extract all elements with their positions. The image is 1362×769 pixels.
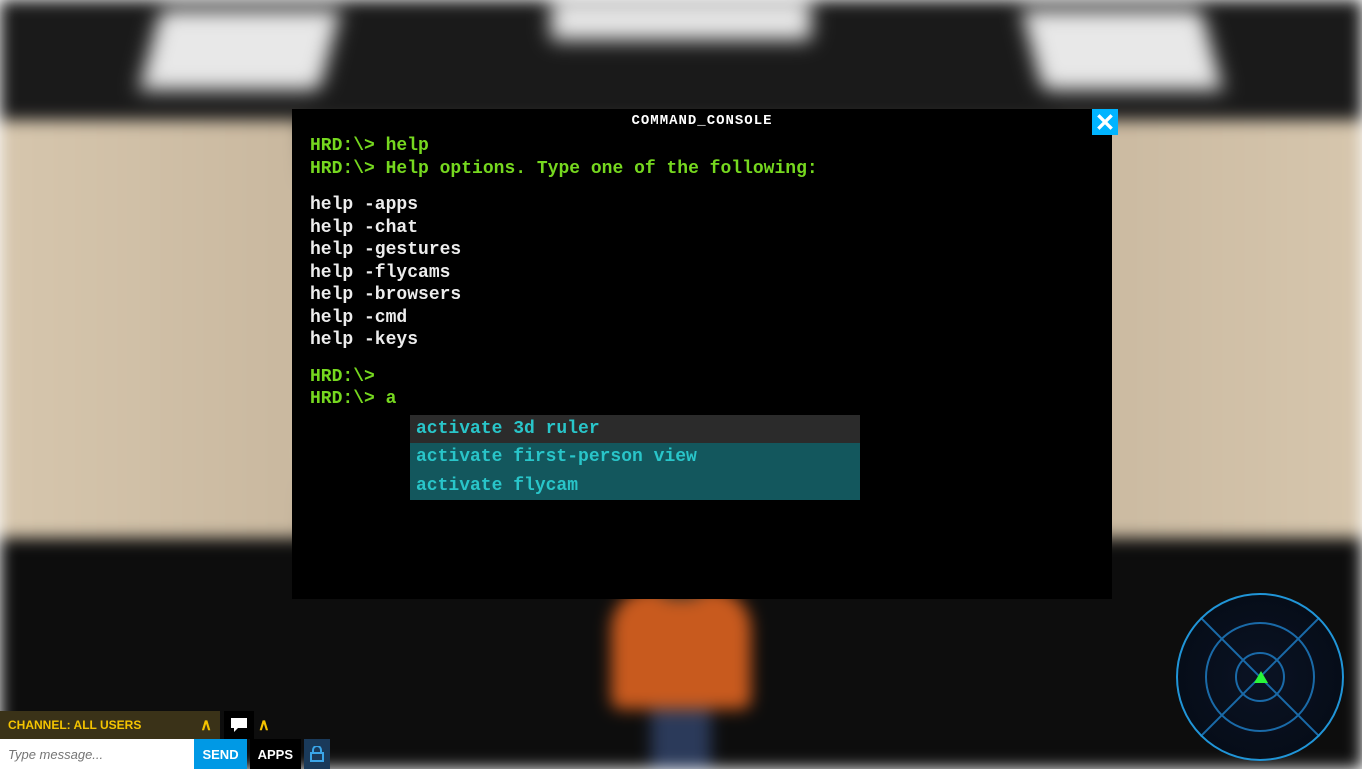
close-icon (1095, 112, 1115, 132)
player-marker-icon (1254, 671, 1268, 683)
chevron-up-icon: ∧ (258, 715, 270, 735)
console-line: help -keys (310, 329, 1094, 352)
chat-toggle-button[interactable] (224, 711, 254, 739)
lock-icon (310, 746, 324, 762)
command-console-window: COMMAND_CONSOLE HRD:\> help HRD:\> Help … (292, 109, 1112, 599)
prompt: HRD:\> (310, 367, 375, 387)
console-line: help (386, 136, 429, 156)
chat-message-input[interactable] (0, 739, 194, 769)
console-line: help -chat (310, 217, 1094, 240)
channel-label-text: CHANNEL: ALL USERS (8, 718, 141, 732)
prompt: HRD:\> (310, 389, 375, 409)
channel-selector[interactable]: CHANNEL: ALL USERS ∧ (0, 711, 220, 739)
autocomplete-item[interactable]: activate 3d ruler (410, 415, 860, 444)
prompt: HRD:\> (310, 136, 375, 156)
console-line: help -gestures (310, 239, 1094, 262)
prompt: HRD:\> (310, 159, 375, 179)
console-current-input: a (386, 389, 397, 409)
console-input-line[interactable]: HRD:\> a (310, 388, 1094, 411)
autocomplete-item[interactable]: activate flycam (410, 472, 860, 501)
close-button[interactable] (1092, 109, 1118, 135)
player-avatar (611, 589, 751, 769)
console-line: help -flycams (310, 262, 1094, 285)
console-line: Help options. Type one of the following: (386, 159, 818, 179)
console-line: help -cmd (310, 307, 1094, 330)
console-line: help -browsers (310, 284, 1094, 307)
apps-button[interactable]: APPS (250, 739, 301, 769)
chat-hud: CHANNEL: ALL USERS ∧ ∧ SEND APPS (0, 711, 330, 769)
send-button[interactable]: SEND (194, 739, 246, 769)
console-title: COMMAND_CONSOLE (292, 113, 1112, 129)
console-output: HRD:\> help HRD:\> Help options. Type on… (292, 135, 1112, 500)
chevron-up-icon: ∧ (200, 715, 212, 735)
console-line: help -apps (310, 194, 1094, 217)
radar-minimap[interactable] (1176, 593, 1344, 761)
autocomplete-popup: activate 3d ruler activate first-person … (410, 415, 860, 501)
lock-toggle-button[interactable] (304, 739, 330, 769)
chat-icon (230, 717, 248, 733)
autocomplete-item[interactable]: activate first-person view (410, 443, 860, 472)
